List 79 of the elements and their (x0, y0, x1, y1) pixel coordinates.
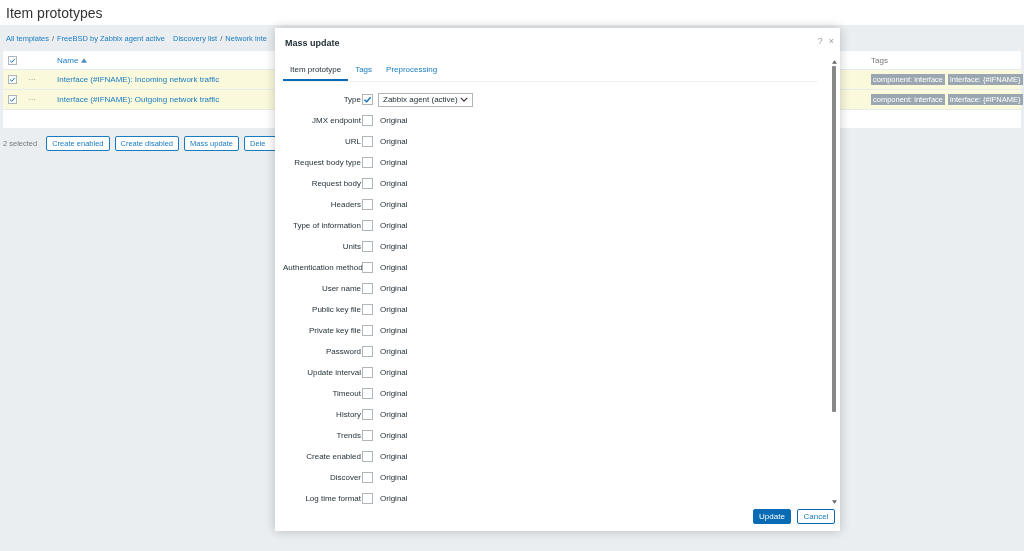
field-label: User name (320, 284, 362, 293)
field-value: Original (380, 116, 408, 125)
type-dropdown[interactable]: Zabbix agent (active) (378, 92, 473, 107)
field-value: Original (380, 410, 408, 419)
field-value: Original (380, 389, 408, 398)
field-label: Log time format (304, 494, 362, 503)
field-label: Trends (335, 431, 362, 440)
checkbox[interactable] (362, 367, 373, 378)
field-label: Discover (328, 473, 362, 482)
checkbox[interactable] (8, 95, 17, 104)
checkbox[interactable] (362, 493, 373, 504)
checkbox[interactable] (8, 75, 17, 84)
field-label: Private key file (307, 326, 362, 335)
checkbox[interactable] (362, 388, 373, 399)
checkbox[interactable] (362, 472, 373, 483)
column-header[interactable]: Name (47, 55, 871, 65)
field-label: Update interval (306, 368, 362, 377)
checkbox[interactable] (362, 304, 373, 315)
field-label: Password (324, 347, 362, 356)
field-value: Original (380, 494, 408, 503)
tab[interactable]: Preprocessing (379, 62, 445, 81)
checkbox[interactable] (362, 94, 373, 105)
field-value: Original (380, 137, 408, 146)
checkbox[interactable] (362, 409, 373, 420)
field-label: Request body type (293, 158, 362, 167)
dialog-title: Mass update (285, 38, 340, 48)
field-label: Public key file (311, 305, 362, 314)
checkbox[interactable] (362, 136, 373, 147)
update-button[interactable]: Update (753, 509, 791, 524)
checkbox[interactable] (362, 157, 373, 168)
field-value: Original (380, 452, 408, 461)
checkbox[interactable] (362, 430, 373, 441)
checkbox[interactable] (362, 241, 373, 252)
field-value: Original (380, 263, 408, 272)
field-label: Request body (310, 179, 362, 188)
field-value: Original (380, 221, 408, 230)
field-label: Timeout (331, 389, 362, 398)
checkbox[interactable] (362, 325, 373, 336)
field-label: JMX endpoint (311, 116, 362, 125)
help-icon[interactable]: ? (817, 36, 823, 46)
field-label: Units (341, 242, 362, 251)
field-label: Type of information (291, 221, 362, 230)
field-label: Headers (329, 200, 362, 209)
field-value: Original (380, 347, 408, 356)
field-value: Original (380, 158, 408, 167)
menu-dots[interactable]: ··· (17, 95, 47, 104)
close-icon[interactable]: × (828, 36, 834, 46)
field-label: Create enabled (305, 452, 362, 461)
field-label: Authentication method (283, 263, 362, 272)
field-value: Original (380, 284, 408, 293)
field-value: Original (380, 200, 408, 209)
scroll-up-icon[interactable] (831, 60, 837, 64)
field-value: Original (380, 473, 408, 482)
caret-icon (460, 97, 468, 102)
checkbox[interactable] (362, 451, 373, 462)
field-label: Type (342, 95, 362, 104)
tab[interactable]: Tags (348, 62, 380, 81)
checkbox[interactable] (8, 55, 17, 65)
checkbox[interactable] (362, 346, 373, 357)
field-label: URL (344, 137, 362, 146)
checkbox[interactable] (362, 220, 373, 231)
tab[interactable]: Item prototype (283, 62, 349, 81)
checkbox[interactable] (362, 115, 373, 126)
checkbox[interactable] (362, 283, 373, 294)
field-value: Original (380, 326, 408, 335)
field-value: Original (380, 305, 408, 314)
checkbox[interactable] (362, 262, 373, 273)
field-value: Original (380, 431, 408, 440)
scroll-down-icon[interactable] (831, 500, 837, 504)
checkbox[interactable] (362, 178, 373, 189)
menu-dots[interactable]: ··· (17, 75, 47, 84)
checkbox[interactable] (362, 199, 373, 210)
field-label: History (335, 410, 362, 419)
field-value: Original (380, 368, 408, 377)
column-header: Tags (871, 55, 889, 65)
cancel-button[interactable]: Cancel (797, 509, 835, 524)
field-value: Original (380, 242, 408, 251)
field-value: Original (380, 179, 408, 188)
page-title: Item prototypes (6, 4, 103, 21)
